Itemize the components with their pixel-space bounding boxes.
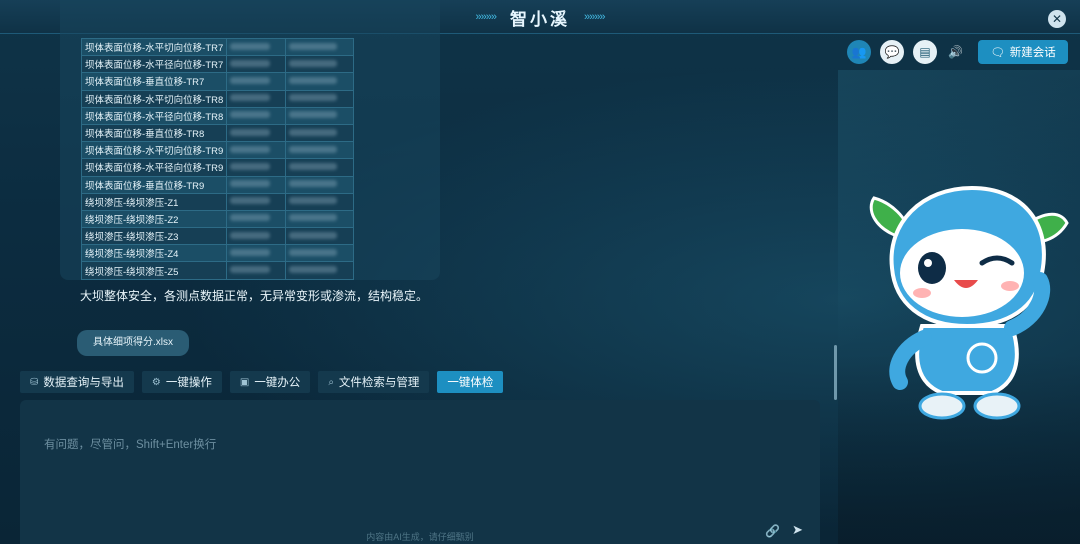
- file-attachment[interactable]: 具体细项得分.xlsx: [77, 330, 189, 356]
- table-cell-value-blurred: [226, 244, 286, 263]
- table-cell-value-blurred: [226, 89, 286, 108]
- table-cell-value-blurred: [284, 261, 355, 280]
- table-cell-label: 坝体表面位移-水平径向位移-TR9: [80, 158, 228, 177]
- table-cell-label: 坝体表面位移-垂直位移-TR9: [80, 175, 228, 194]
- table-row: 绕坝渗压-绕坝渗压-Z5: [80, 261, 355, 280]
- table-cell-value-blurred: [226, 123, 286, 143]
- table-cell-value-blurred: [284, 209, 355, 229]
- chat-plus-icon: 🗨: [990, 47, 1005, 59]
- speaker-icon[interactable]: 🔊: [948, 45, 963, 59]
- table-row: 坝体表面位移-水平切向位移-TR9: [80, 141, 355, 160]
- table-cell-value-blurred: [226, 141, 286, 160]
- table-cell-value-blurred: [226, 175, 286, 194]
- title-wrap: »»»» 智小溪 »»»»: [440, 0, 640, 34]
- action-label: 一键办公: [254, 377, 301, 389]
- action-file-search[interactable]: ⌕ 文件检索与管理: [318, 371, 430, 393]
- table-cell-value-blurred: [284, 141, 355, 160]
- new-chat-label: 新建会话: [1009, 47, 1056, 59]
- ai-disclaimer: 内容由AI生成，请仔细甄别: [366, 532, 474, 542]
- action-label: 一键操作: [165, 377, 212, 389]
- book-icon[interactable]: ▤: [913, 40, 937, 64]
- monitoring-table: 坝体表面位移-水平切向位移-TR7 坝体表面位移-水平径向位移-TR7 坝体表面位移…: [80, 37, 355, 280]
- title-deco-left-icon: »»»»: [475, 11, 498, 23]
- chat-input[interactable]: [44, 436, 784, 496]
- table-row: 坝体表面位移-垂直位移-TR7: [80, 72, 355, 91]
- file-search-icon: ⌕: [328, 376, 334, 388]
- table-cell-value-blurred: [284, 55, 355, 74]
- table-cell-value-blurred: [226, 261, 286, 280]
- table-row: 坝体表面位移-水平径向位移-TR9: [80, 158, 355, 177]
- action-office[interactable]: ▣ 一键办公: [229, 371, 311, 393]
- table-cell-label: 坝体表面位移-垂直位移-TR7: [80, 72, 228, 91]
- summary-text: 大坝整体安全，各测点数据正常，无异常变形或渗流，结构稳定。: [80, 289, 429, 303]
- table-cell-label: 坝体表面位移-垂直位移-TR8: [80, 123, 228, 143]
- table-cell-value-blurred: [284, 175, 355, 194]
- table-row: 坝体表面位移-水平径向位移-TR8: [80, 106, 355, 125]
- briefcase-icon: ▣: [239, 376, 250, 388]
- table-row: 绕坝渗压-绕坝渗压-Z1: [80, 192, 355, 211]
- gear-icon: ⚙: [151, 376, 161, 388]
- table-cell-label: 坝体表面位移-水平切向位移-TR9: [80, 141, 228, 160]
- table-cell-label: 绕坝渗压-绕坝渗压-Z4: [80, 244, 228, 263]
- action-label: 文件检索与管理: [338, 377, 420, 389]
- table-row: 绕坝渗压-绕坝渗压-Z3: [80, 227, 355, 246]
- users-icon[interactable]: 👥: [847, 40, 871, 64]
- table-cell-label: 坝体表面位移-水平切向位移-TR8: [80, 89, 228, 108]
- table-cell-value-blurred: [226, 72, 286, 91]
- table-cell-value-blurred: [284, 72, 355, 91]
- table-cell-value-blurred: [284, 37, 355, 57]
- table-cell-value-blurred: [284, 244, 355, 263]
- table-cell-value-blurred: [226, 209, 286, 229]
- table-cell-label: 绕坝渗压-绕坝渗压-Z1: [80, 192, 228, 211]
- table-cell-value-blurred: [284, 106, 355, 125]
- table-cell-label: 坝体表面位移-水平径向位移-TR7: [80, 55, 228, 74]
- table-row: 绕坝渗压-绕坝渗压-Z2: [80, 209, 355, 229]
- action-data-query[interactable]: ⛁ 数据查询与导出: [20, 371, 134, 393]
- table-cell-value-blurred: [284, 123, 355, 143]
- table-row: 绕坝渗压-绕坝渗压-Z4: [80, 244, 355, 263]
- table-cell-value-blurred: [226, 227, 286, 246]
- table-cell-value-blurred: [284, 89, 355, 108]
- table-cell-label: 绕坝渗压-绕坝渗压-Z2: [80, 209, 228, 229]
- table-cell-value-blurred: [226, 106, 286, 125]
- app-title: 智小溪: [510, 9, 570, 29]
- table-cell-label: 绕坝渗压-绕坝渗压-Z5: [80, 261, 228, 280]
- action-label: 一键体检: [447, 377, 494, 389]
- table-cell-value-blurred: [226, 158, 286, 177]
- table-cell-value-blurred: [226, 192, 286, 211]
- table-row: 坝体表面位移-垂直位移-TR9: [80, 175, 355, 194]
- table-cell-value-blurred: [226, 55, 286, 74]
- table-row: 坝体表面位移-水平切向位移-TR7: [80, 37, 355, 57]
- database-icon: ⛁: [30, 376, 39, 388]
- table-cell-label: 坝体表面位移-水平切向位移-TR7: [80, 37, 228, 57]
- input-area: 内容由AI生成，请仔细甄别 🔗 ➤: [20, 400, 820, 544]
- action-label: 数据查询与导出: [43, 377, 124, 389]
- close-button[interactable]: ✕: [1048, 10, 1066, 28]
- scrollbar[interactable]: [834, 345, 837, 400]
- action-health-check[interactable]: 一键体检: [437, 371, 504, 393]
- right-toolbar: 👥 💬 ▤ 🔊: [847, 40, 963, 64]
- quick-actions: ⛁ 数据查询与导出 ⚙ 一键操作 ▣ 一键办公 ⌕ 文件检索与管理 一键体检: [20, 371, 504, 393]
- table-cell-value-blurred: [284, 158, 355, 177]
- title-deco-right-icon: »»»»: [584, 11, 606, 23]
- table-row: 坝体表面位移-水平切向位移-TR8: [80, 89, 355, 108]
- table-row: 坝体表面位移-垂直位移-TR8: [80, 123, 355, 143]
- table-cell-label: 坝体表面位移-水平径向位移-TR8: [80, 106, 228, 125]
- mascot-avatar: [869, 185, 1069, 420]
- table-row: 坝体表面位移-水平径向位移-TR7: [80, 55, 355, 74]
- paperclip-icon[interactable]: 🔗: [765, 524, 780, 538]
- chat-bubble-icon[interactable]: 💬: [880, 40, 904, 64]
- table-cell-value-blurred: [226, 37, 286, 57]
- table-cell-value-blurred: [284, 192, 355, 211]
- table-cell-value-blurred: [284, 227, 355, 246]
- table-cell-label: 绕坝渗压-绕坝渗压-Z3: [80, 227, 228, 246]
- send-icon[interactable]: ➤: [792, 522, 803, 538]
- action-one-click-op[interactable]: ⚙ 一键操作: [141, 371, 222, 393]
- new-chat-button[interactable]: 🗨 新建会话: [978, 40, 1068, 64]
